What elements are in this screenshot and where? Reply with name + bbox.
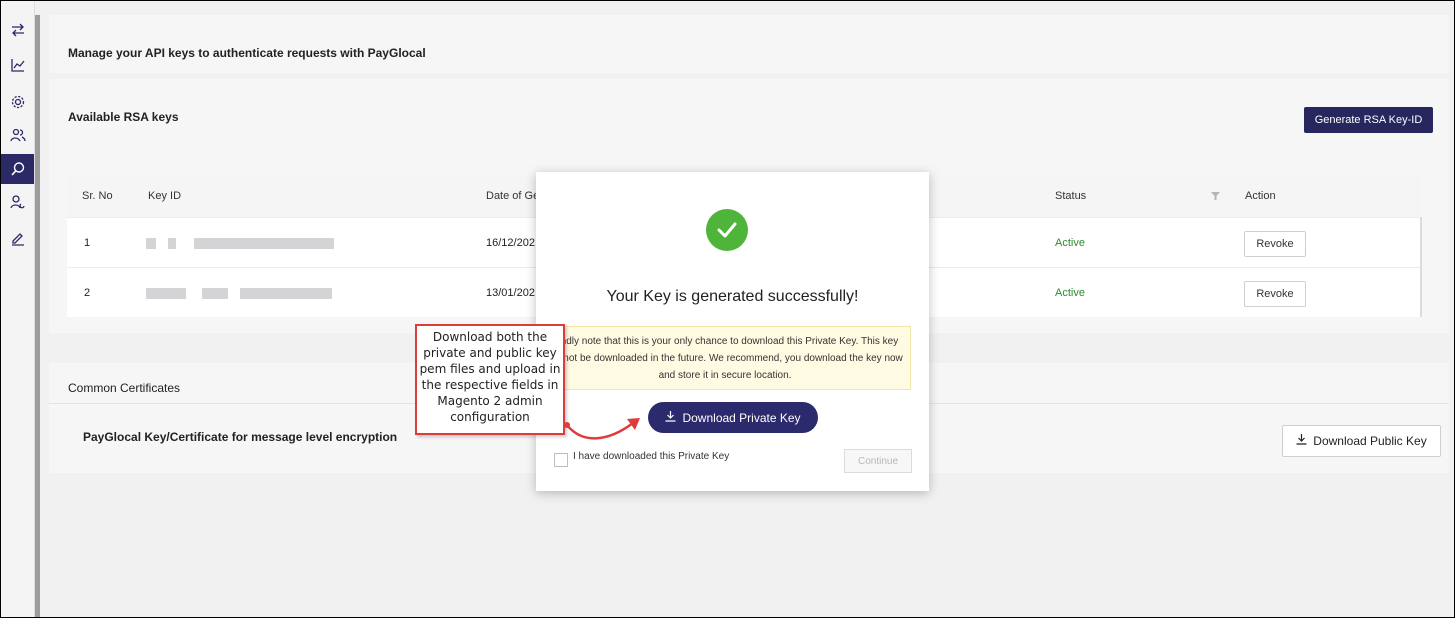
download-public-key-button[interactable]: Download Public Key [1282,425,1441,457]
download-private-key-button[interactable]: Download Private Key [648,402,818,433]
table-scrollbar[interactable] [1420,217,1422,317]
warning-note: Kindly note that this is your only chanc… [539,326,911,390]
sidebar [1,1,35,617]
app-window: Manage your API keys to authenticate req… [0,0,1455,618]
col-action: Action [1245,190,1276,202]
downloaded-checkbox-label: I have downloaded this Private Key [573,451,730,462]
page-title: Manage your API keys to authenticate req… [68,46,426,60]
certificates-title: Common Certificates [68,381,181,395]
filter-icon[interactable] [1211,175,1220,217]
settings-icon[interactable] [1,87,34,117]
key-id-redacted [146,268,332,318]
collapse-icon[interactable] [1,15,34,45]
status-badge: Active [1055,237,1085,249]
status-badge: Active [1055,287,1085,299]
col-key-id: Key ID [148,190,182,202]
download-public-key-label: Download Public Key [1313,434,1427,448]
download-private-key-label: Download Private Key [682,410,801,425]
key-generated-modal: Your Key is generated successfully! Kind… [536,172,929,491]
download-icon [1296,434,1307,448]
arrow-icon [564,418,640,440]
header-card: Manage your API keys to authenticate req… [49,15,1449,73]
generate-rsa-key-button[interactable]: Generate RSA Key-ID [1304,107,1433,133]
col-date: Date of Ge [486,190,540,202]
downloaded-checkbox[interactable] [554,453,568,467]
annotation-callout: Download both the private and public key… [415,324,565,435]
row-date: 13/01/202 [486,287,535,299]
rsa-section-title: Available RSA keys [68,110,179,124]
row-sr: 2 [84,287,91,299]
key-id-redacted [146,218,334,268]
sidebar-scrollbar[interactable] [35,15,40,617]
check-icon [706,209,748,251]
revoke-button[interactable]: Revoke [1244,281,1306,307]
edit-icon[interactable] [1,223,34,253]
revoke-button[interactable]: Revoke [1244,231,1306,257]
search-icon[interactable] [1,154,34,184]
download-icon [665,410,676,425]
continue-button[interactable]: Continue [844,449,912,473]
row-sr: 1 [84,237,91,249]
certificate-item-label: PayGlocal Key/Certificate for message le… [83,430,398,444]
users-icon[interactable] [1,120,34,150]
row-date: 16/12/202 [486,237,535,249]
col-sr-no: Sr. No [82,190,113,202]
user-icon[interactable] [1,187,34,217]
chart-icon[interactable] [1,50,34,80]
modal-title: Your Key is generated successfully! [606,288,859,305]
col-status: Status [1055,190,1087,202]
